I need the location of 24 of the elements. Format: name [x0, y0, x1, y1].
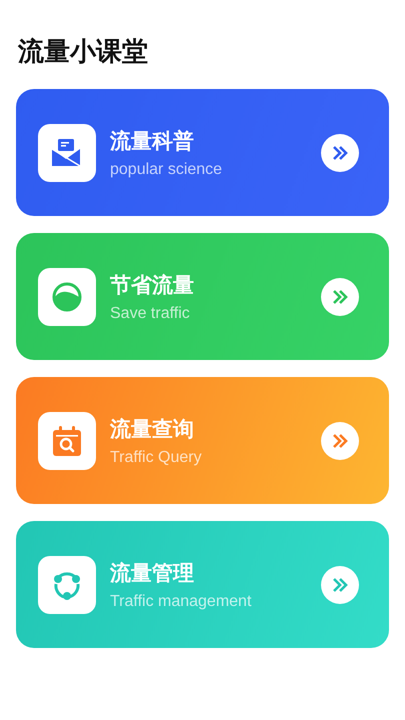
- card-title: 节省流量: [110, 272, 195, 298]
- feature-card[interactable]: 节省流量 Save traffic: [16, 233, 389, 360]
- card-subtitle: Traffic management: [110, 592, 252, 610]
- feature-card[interactable]: 流量查询 Traffic Query: [16, 377, 389, 504]
- network-icon: [52, 570, 82, 600]
- forward-button[interactable]: [321, 278, 359, 316]
- double-chevron-icon: [332, 578, 348, 592]
- card-title: 流量查询: [110, 416, 195, 442]
- feature-card[interactable]: 流量科普 popular science: [16, 89, 389, 216]
- card-subtitle: Save traffic: [110, 304, 191, 322]
- double-chevron-icon: [332, 434, 348, 448]
- envelope-icon: [52, 138, 82, 166]
- card-subtitle: Traffic Query: [110, 448, 203, 466]
- forward-button[interactable]: [321, 422, 359, 460]
- card-title: 流量管理: [110, 560, 195, 586]
- card-subtitle: popular science: [110, 160, 224, 178]
- double-chevron-icon: [332, 290, 348, 304]
- feature-card[interactable]: 流量管理 Traffic management: [16, 521, 389, 648]
- page-title: 流量小课堂: [18, 36, 149, 69]
- card-title: 流量科普: [110, 128, 195, 154]
- calendar-search-icon: [53, 426, 81, 456]
- double-chevron-icon: [332, 146, 348, 160]
- forward-button[interactable]: [321, 134, 359, 172]
- half-filled-circle-icon: [52, 282, 82, 312]
